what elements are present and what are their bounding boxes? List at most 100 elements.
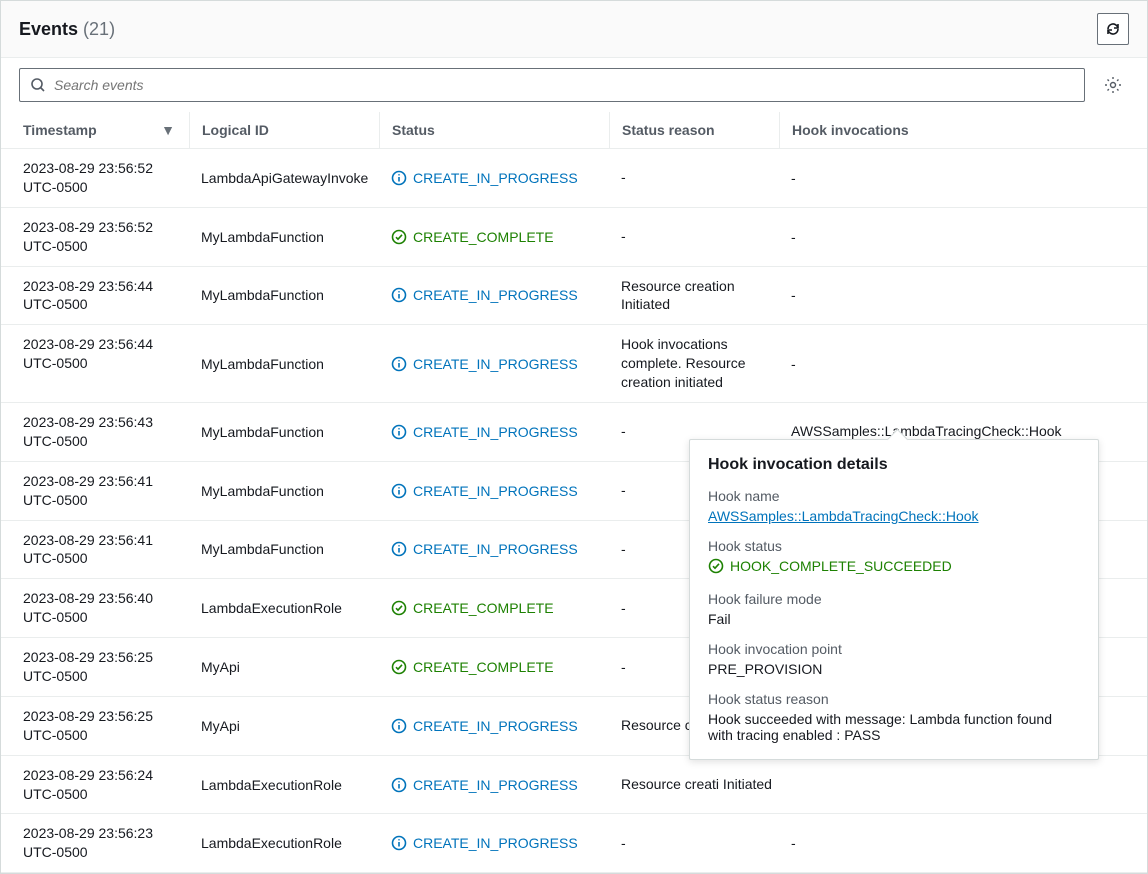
hook-name-label: Hook name — [708, 488, 1080, 504]
events-panel: Events (21) Timest — [0, 0, 1148, 874]
status-in-progress[interactable]: CREATE_IN_PROGRESS — [391, 170, 578, 186]
status-in-progress[interactable]: CREATE_IN_PROGRESS — [391, 356, 578, 372]
refresh-icon — [1105, 21, 1121, 37]
hook-point-label: Hook invocation point — [708, 641, 1080, 657]
table-row: 2023-08-29 23:56:43UTC-0500MyLambdaFunct… — [1, 403, 1147, 462]
hook-failure-value: Fail — [708, 611, 1080, 627]
cell-logical-id: MyLambdaFunction — [189, 413, 379, 451]
cell-status-reason: - — [609, 824, 779, 862]
cell-timestamp: 2023-08-29 23:56:43UTC-0500 — [19, 413, 189, 451]
cell-status: CREATE_IN_PROGRESS — [379, 766, 609, 804]
table-row: 2023-08-29 23:56:44UTC-0500MyLambdaFunct… — [1, 325, 1147, 403]
search-input[interactable] — [54, 77, 1074, 93]
column-label: Hook invocations — [792, 122, 909, 138]
status-in-progress[interactable]: CREATE_IN_PROGRESS — [391, 541, 578, 557]
cell-hook-invocations: - — [779, 824, 1129, 862]
events-rows: 2023-08-29 23:56:52UTC-0500LambdaApiGate… — [1, 149, 1147, 873]
cell-logical-id: LambdaExecutionRole — [189, 766, 379, 804]
table-row: 2023-08-29 23:56:52UTC-0500LambdaApiGate… — [1, 149, 1147, 208]
table-row: 2023-08-29 23:56:24UTC-0500LambdaExecuti… — [1, 756, 1147, 815]
column-label: Logical ID — [202, 122, 269, 138]
cell-logical-id: LambdaApiGatewayInvoke — [189, 159, 379, 197]
cell-logical-id: MyApi — [189, 648, 379, 686]
cell-status: CREATE_COMPLETE — [379, 218, 609, 256]
table-row: 2023-08-29 23:56:44UTC-0500MyLambdaFunct… — [1, 267, 1147, 326]
column-header-hook[interactable]: Hook invocations — [779, 112, 1129, 148]
status-in-progress[interactable]: CREATE_IN_PROGRESS — [391, 718, 578, 734]
cell-status-reason: Hook invocations complete. Resource crea… — [609, 335, 779, 392]
hook-name-link[interactable]: AWSSamples::LambdaTracingCheck::Hook — [708, 508, 979, 524]
cell-timestamp: 2023-08-29 23:56:52UTC-0500 — [19, 218, 189, 256]
cell-timestamp: 2023-08-29 23:56:41UTC-0500 — [19, 531, 189, 569]
sort-desc-icon: ▼ — [161, 122, 185, 138]
cell-hook-invocations: AWSSamples::LambdaTracingCheck::HookHook… — [779, 413, 1129, 451]
hook-status-label: Hook status — [708, 538, 1080, 554]
column-header-status-reason[interactable]: Status reason — [609, 112, 779, 148]
cell-timestamp: 2023-08-29 23:56:41UTC-0500 — [19, 472, 189, 510]
hook-reason-value: Hook succeeded with message: Lambda func… — [708, 711, 1080, 743]
search-box[interactable] — [19, 68, 1085, 102]
gear-icon — [1104, 76, 1122, 94]
table-row: 2023-08-29 23:56:23UTC-0500LambdaExecuti… — [1, 814, 1147, 873]
title-text: Events — [19, 19, 78, 39]
cell-status-reason: - — [609, 159, 779, 197]
column-label: Status — [392, 122, 435, 138]
cell-hook-invocations — [779, 766, 1129, 804]
status-in-progress[interactable]: CREATE_IN_PROGRESS — [391, 287, 578, 303]
column-label: Timestamp — [23, 122, 97, 138]
column-headers-row: Timestamp ▼ Logical ID Status Status rea… — [1, 112, 1147, 149]
status-in-progress[interactable]: CREATE_IN_PROGRESS — [391, 483, 578, 499]
hook-point-value: PRE_PROVISION — [708, 661, 1080, 677]
cell-status: CREATE_IN_PROGRESS — [379, 531, 609, 569]
cell-logical-id: LambdaExecutionRole — [189, 589, 379, 627]
status-in-progress[interactable]: CREATE_IN_PROGRESS — [391, 424, 578, 440]
cell-status: CREATE_COMPLETE — [379, 589, 609, 627]
cell-timestamp: 2023-08-29 23:56:23UTC-0500 — [19, 824, 189, 862]
status-complete[interactable]: CREATE_COMPLETE — [391, 659, 554, 675]
cell-hook-invocations: - — [779, 277, 1129, 315]
hook-status-value: HOOK_COMPLETE_SUCCEEDED — [708, 558, 952, 574]
panel-header: Events (21) — [1, 1, 1147, 58]
cell-logical-id: MyLambdaFunction — [189, 277, 379, 315]
cell-status: CREATE_IN_PROGRESS — [379, 277, 609, 315]
hook-reason-label: Hook status reason — [708, 691, 1080, 707]
settings-button[interactable] — [1097, 69, 1129, 101]
cell-status-reason: - — [609, 218, 779, 256]
popover-title: Hook invocation details — [708, 456, 1080, 474]
cell-timestamp: 2023-08-29 23:56:44UTC-0500 — [19, 335, 189, 392]
cell-logical-id: MyLambdaFunction — [189, 218, 379, 256]
status-complete[interactable]: CREATE_COMPLETE — [391, 229, 554, 245]
table-row: 2023-08-29 23:56:52UTC-0500MyLambdaFunct… — [1, 208, 1147, 267]
cell-status-reason: Resource creation Initiated — [609, 277, 779, 315]
status-complete[interactable]: CREATE_COMPLETE — [391, 600, 554, 616]
cell-status: CREATE_IN_PROGRESS — [379, 707, 609, 745]
status-in-progress[interactable]: CREATE_IN_PROGRESS — [391, 835, 578, 851]
column-header-status[interactable]: Status — [379, 112, 609, 148]
search-row — [1, 58, 1147, 112]
column-label: Status reason — [622, 122, 715, 138]
cell-logical-id: MyLambdaFunction — [189, 335, 379, 392]
cell-status: CREATE_IN_PROGRESS — [379, 335, 609, 392]
cell-timestamp: 2023-08-29 23:56:24UTC-0500 — [19, 766, 189, 804]
cell-logical-id: MyApi — [189, 707, 379, 745]
cell-hook-invocations: - — [779, 218, 1129, 256]
column-header-timestamp[interactable]: Timestamp ▼ — [19, 112, 189, 148]
panel-title: Events (21) — [19, 19, 115, 40]
cell-logical-id: MyLambdaFunction — [189, 531, 379, 569]
cell-timestamp: 2023-08-29 23:56:40UTC-0500 — [19, 589, 189, 627]
cell-status: CREATE_COMPLETE — [379, 648, 609, 686]
title-count: (21) — [83, 19, 115, 39]
cell-status: CREATE_IN_PROGRESS — [379, 824, 609, 862]
column-header-logical-id[interactable]: Logical ID — [189, 112, 379, 148]
cell-hook-invocations: - — [779, 335, 1129, 392]
cell-status: CREATE_IN_PROGRESS — [379, 472, 609, 510]
refresh-button[interactable] — [1097, 13, 1129, 45]
hook-failure-label: Hook failure mode — [708, 591, 1080, 607]
cell-status: CREATE_IN_PROGRESS — [379, 159, 609, 197]
cell-timestamp: 2023-08-29 23:56:52UTC-0500 — [19, 159, 189, 197]
cell-logical-id: MyLambdaFunction — [189, 472, 379, 510]
hook-invocation-link[interactable]: AWSSamples::LambdaTracingCheck::Hook — [791, 423, 1062, 440]
cell-timestamp: 2023-08-29 23:56:44UTC-0500 — [19, 277, 189, 315]
hook-popover: Hook invocation details Hook name AWSSampl… — [689, 439, 1099, 760]
cell-status-reason: Resource creati Initiated — [609, 766, 779, 804]
